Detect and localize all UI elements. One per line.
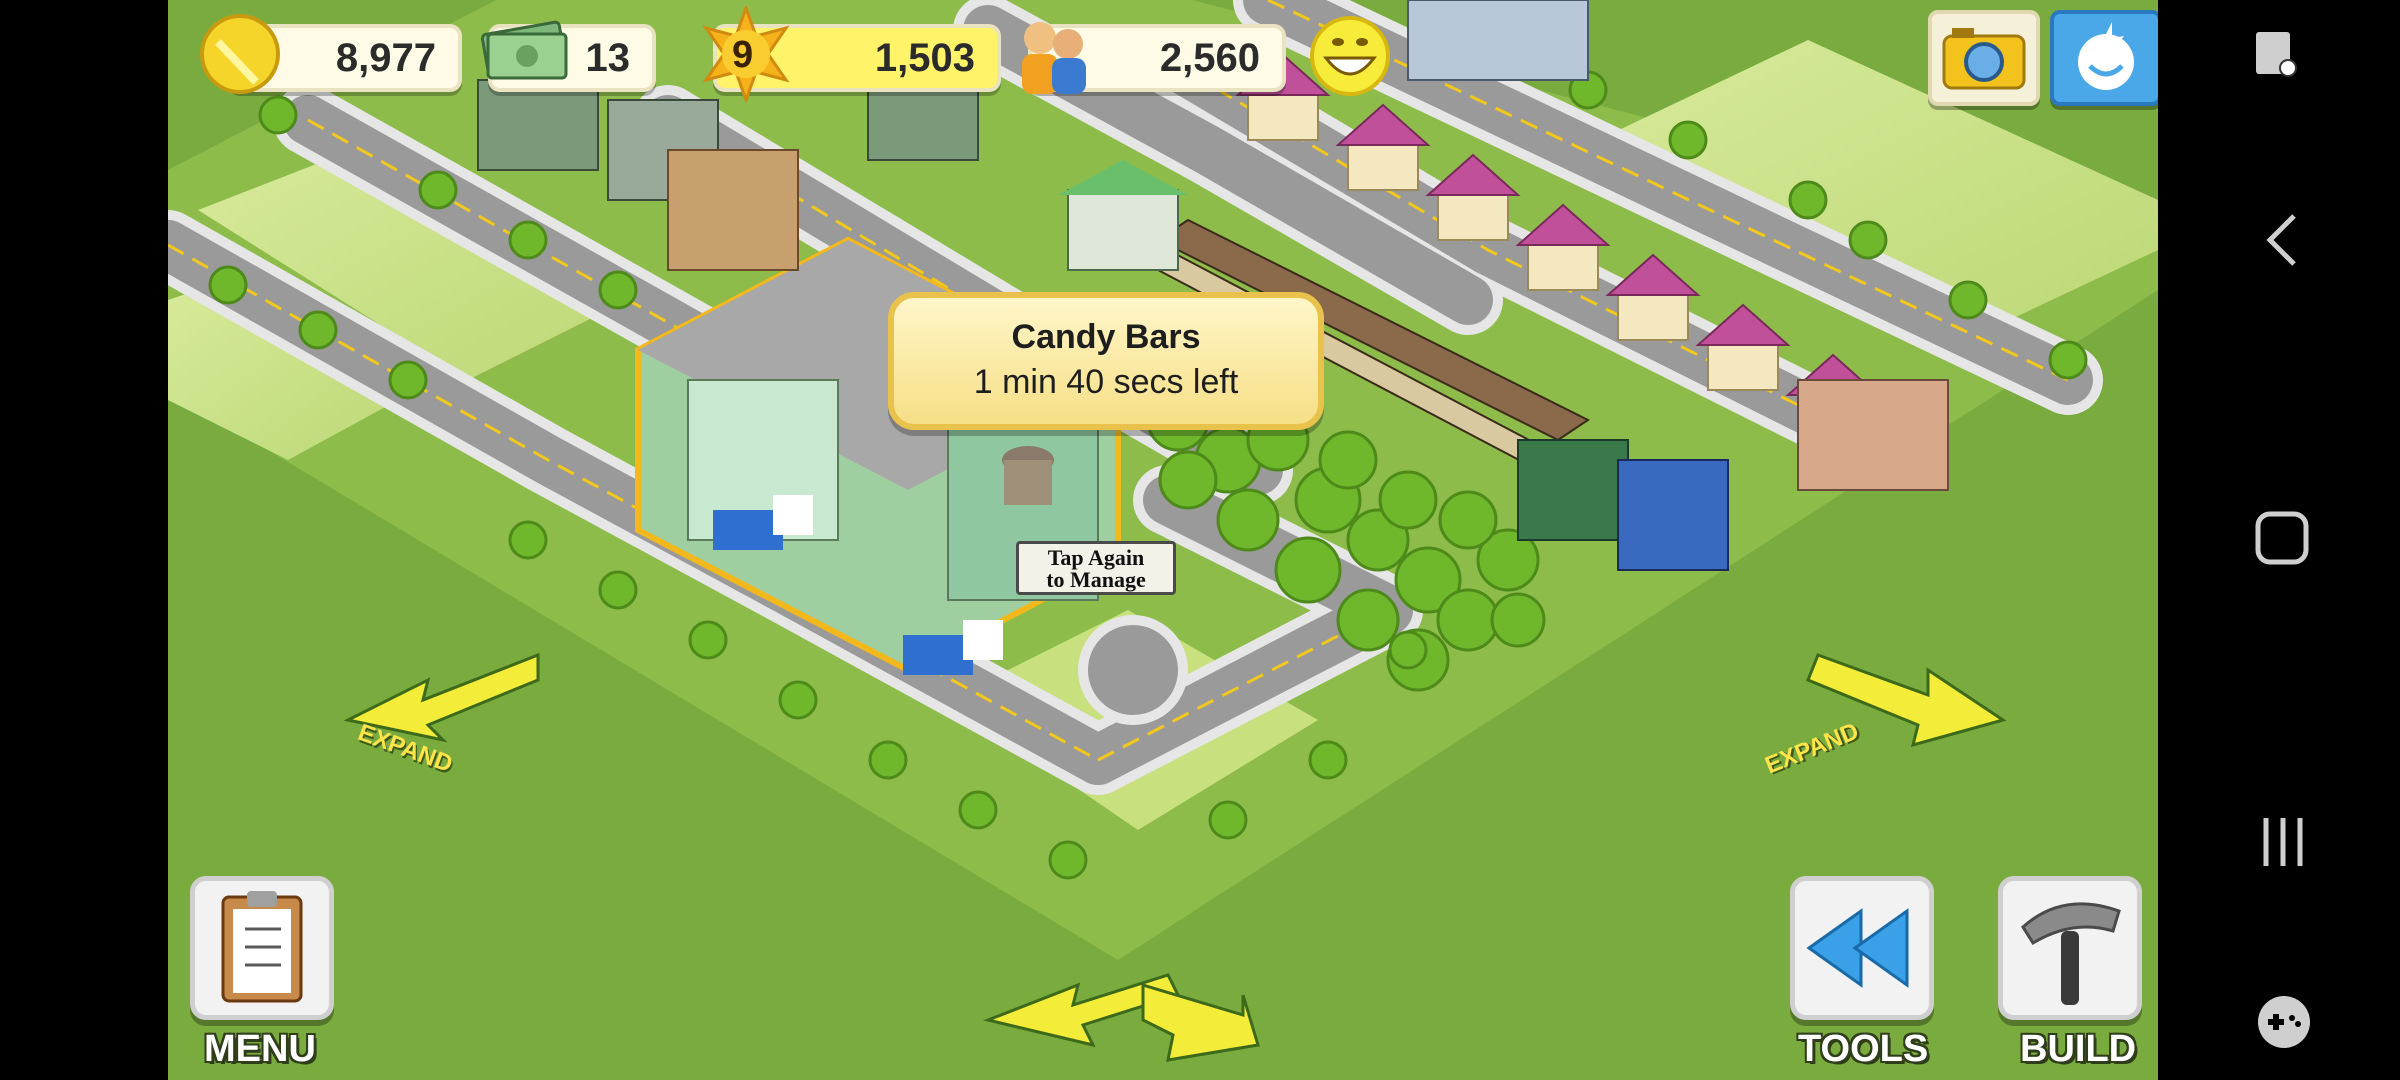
tap-again-text: Tap Again to Manage — [1046, 545, 1146, 592]
rewind-icon — [1806, 908, 1909, 988]
build-label[interactable]: BUILD — [2020, 1028, 2136, 1071]
system-nav-bar — [2158, 0, 2400, 1080]
menu-label[interactable]: MENU — [204, 1028, 316, 1071]
hammer-icon — [2021, 902, 2121, 1005]
cash-value: 13 — [585, 36, 631, 80]
game-viewport[interactable]: EXPAND EXPAND 8,977 13 1,503 9 2,560 Can… — [168, 0, 2158, 1080]
production-tooltip[interactable]: Candy Bars 1 min 40 secs left — [888, 292, 1324, 430]
gamepad-icon[interactable] — [2254, 992, 2314, 1052]
cash-icon — [480, 20, 568, 80]
build-button[interactable] — [1998, 876, 2142, 1020]
screenshot-icon[interactable] — [2250, 28, 2310, 88]
population-value: 2,560 — [1159, 36, 1260, 80]
smiley-icon[interactable] — [1308, 14, 1392, 98]
back-icon[interactable] — [2258, 210, 2308, 270]
tools-label[interactable]: TOOLS — [1798, 1028, 1928, 1071]
tools-button[interactable] — [1790, 876, 1934, 1020]
friend-icon — [2078, 22, 2134, 90]
tooltip-time-left: 1 min 40 secs left — [973, 363, 1239, 401]
level-value: 9 — [732, 34, 754, 76]
people-icon — [1022, 22, 1086, 94]
clipboard-icon — [221, 891, 303, 1003]
social-button[interactable] — [2050, 10, 2158, 106]
recents-icon[interactable] — [2258, 814, 2308, 870]
camera-button[interactable] — [1928, 10, 2040, 106]
coins-value: 8,977 — [335, 36, 436, 80]
xp-value: 1,503 — [874, 36, 975, 80]
tooltip-title: Candy Bars — [1011, 318, 1201, 356]
home-icon[interactable] — [2254, 510, 2310, 566]
gold-coin-icon — [200, 14, 280, 94]
camera-icon — [1942, 28, 2026, 90]
menu-button[interactable] — [190, 876, 334, 1020]
tap-again-sign[interactable]: Tap Again to Manage — [1016, 541, 1176, 595]
